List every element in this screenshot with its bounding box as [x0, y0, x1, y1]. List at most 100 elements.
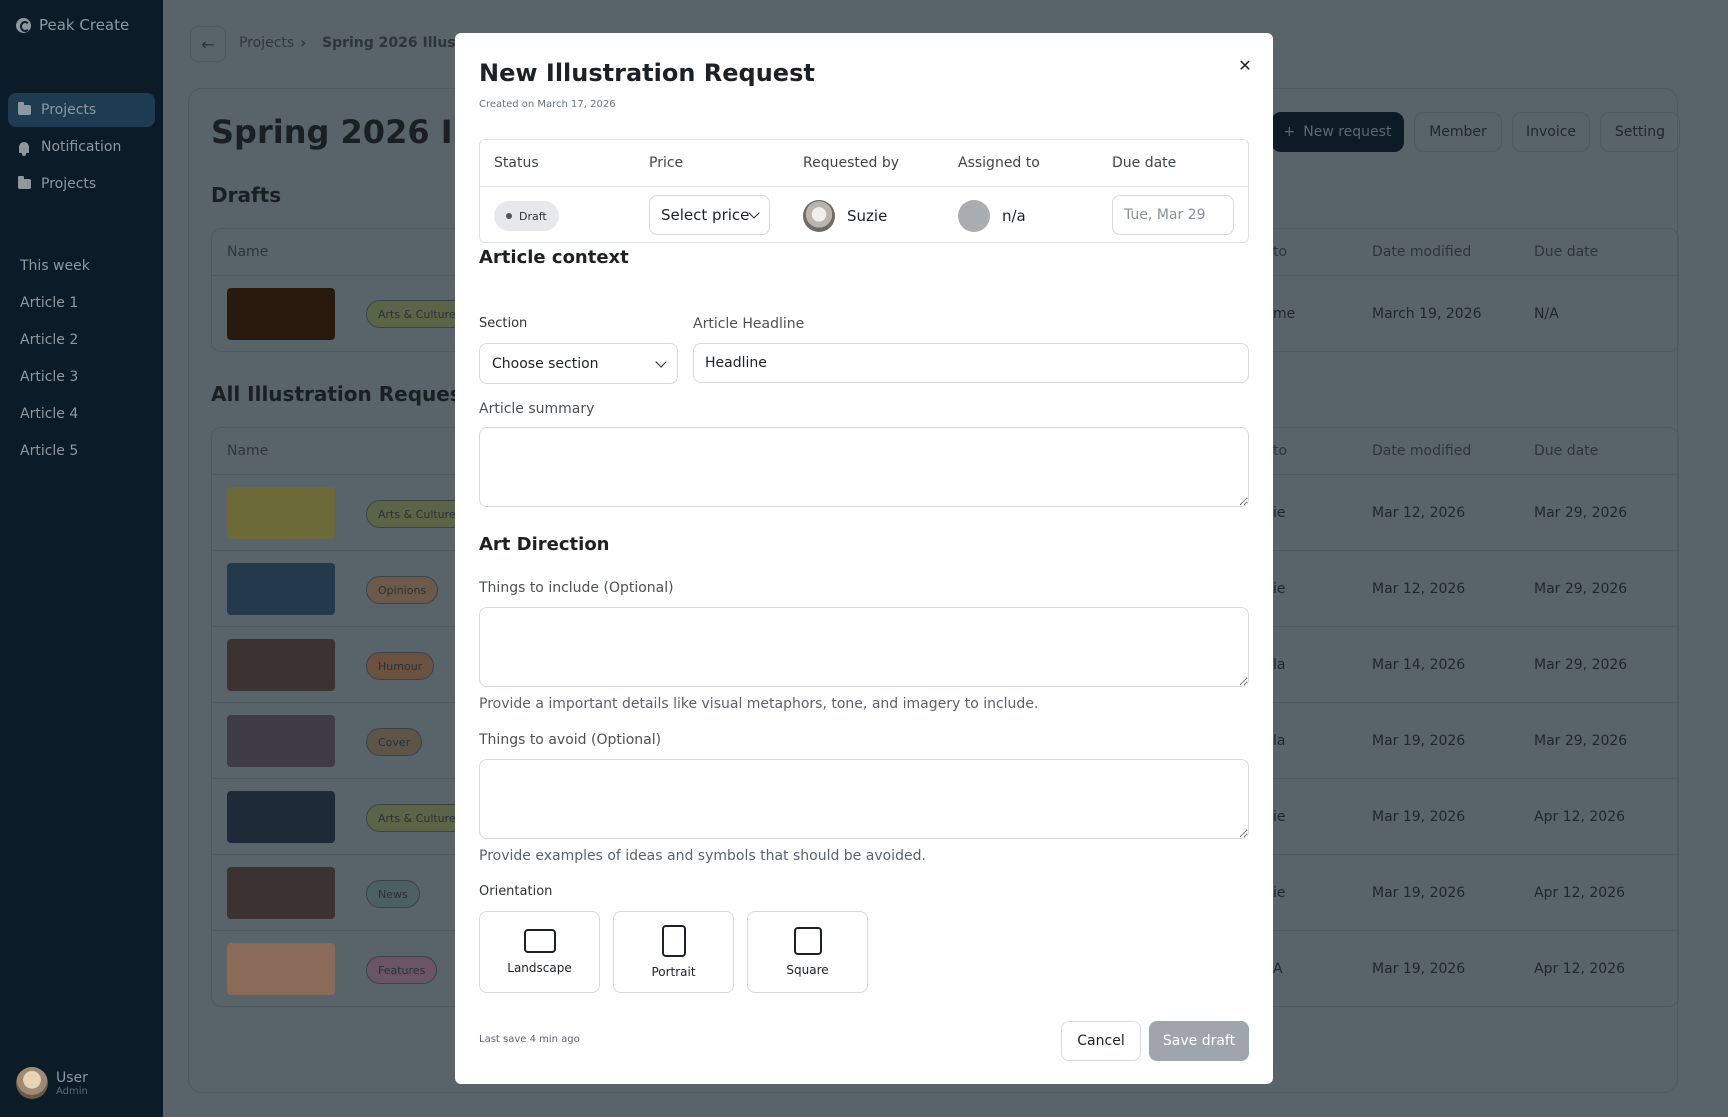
- status-dot-icon: [506, 213, 512, 219]
- this-week-heading: This week: [20, 258, 90, 274]
- requested-by-header: Requested by: [803, 155, 899, 171]
- drafts-heading: Drafts: [211, 183, 282, 207]
- member-button[interactable]: Member: [1414, 112, 1502, 152]
- chevron-right-icon: ›: [300, 33, 307, 52]
- brand[interactable]: Peak Create: [16, 16, 129, 34]
- request-due: Apr 12, 2026: [1534, 961, 1626, 977]
- setting-button[interactable]: Setting: [1600, 112, 1680, 152]
- include-textarea[interactable]: [479, 607, 1249, 687]
- user-role: Admin: [56, 1085, 88, 1097]
- orientation-portrait[interactable]: Portrait: [613, 911, 734, 993]
- draft-tag: Arts & Culture: [366, 300, 468, 328]
- draft-thumbnail[interactable]: [227, 288, 335, 340]
- request-assigned: A: [1273, 961, 1283, 977]
- avatar: [16, 1067, 48, 1099]
- sidebar-article-5[interactable]: Article 5: [20, 443, 78, 459]
- due-date-input[interactable]: [1112, 195, 1234, 235]
- sidebar-item-projects[interactable]: Projects: [8, 93, 155, 127]
- draft-due: N/A: [1534, 306, 1559, 322]
- sidebar-item-projects-2[interactable]: Projects: [8, 167, 155, 201]
- price-select[interactable]: Select price: [649, 195, 770, 235]
- orientation-landscape[interactable]: Landscape: [479, 911, 600, 993]
- summary-label: Article summary: [479, 401, 595, 417]
- request-modified: Mar 12, 2026: [1372, 505, 1466, 521]
- request-tag: Arts & Culture: [366, 500, 468, 528]
- request-thumbnail[interactable]: [227, 791, 335, 843]
- plus-icon: +: [1283, 124, 1296, 140]
- avoid-helper-text: Provide examples of ideas and symbols th…: [479, 848, 926, 864]
- breadcrumb-projects[interactable]: Projects: [239, 35, 294, 51]
- orientation-option-label: Portrait: [651, 965, 696, 979]
- orientation-option-label: Square: [786, 963, 829, 977]
- sidebar-item-notification[interactable]: Notification: [8, 130, 155, 164]
- landscape-icon: [523, 929, 556, 953]
- user-profile[interactable]: User Admin: [16, 1067, 88, 1099]
- status-header: Status: [494, 155, 539, 171]
- chevron-down-icon: [655, 355, 667, 368]
- close-button[interactable]: ✕: [1233, 53, 1257, 77]
- request-thumbnail[interactable]: [227, 563, 335, 615]
- last-save-text: Last save 4 min ago: [479, 1034, 580, 1045]
- request-meta-table: Status Price Requested by Assigned to Du…: [479, 139, 1249, 243]
- summary-textarea[interactable]: [479, 427, 1249, 507]
- sidebar-article-3[interactable]: Article 3: [20, 369, 78, 385]
- assigned-to-header: Assigned to: [958, 155, 1040, 171]
- request-tag: Features: [366, 956, 438, 984]
- column-header-date-modified: Date modified: [1372, 443, 1472, 459]
- request-thumbnail[interactable]: [227, 639, 335, 691]
- meta-header-row: Status Price Requested by Assigned to Du…: [480, 140, 1248, 187]
- status-badge[interactable]: Draft: [494, 201, 559, 231]
- avoid-textarea[interactable]: [479, 759, 1249, 839]
- headline-label: Article Headline: [693, 316, 805, 332]
- request-due: Mar 29, 2026: [1534, 657, 1628, 673]
- arrow-left-icon: ←: [201, 34, 215, 54]
- orientation-option-label: Landscape: [507, 961, 572, 975]
- sidebar-item-label: Projects: [41, 102, 97, 118]
- price-select-value: Select price: [661, 206, 750, 224]
- new-request-button[interactable]: + New request: [1271, 112, 1404, 152]
- save-draft-button[interactable]: Save draft: [1149, 1021, 1249, 1061]
- column-header-due-date: Due date: [1534, 443, 1599, 459]
- request-thumbnail[interactable]: [227, 867, 335, 919]
- headline-input[interactable]: [693, 343, 1249, 383]
- request-assigned: ie: [1273, 809, 1286, 825]
- column-header-due-date: Due date: [1534, 244, 1599, 260]
- sidebar-article-1[interactable]: Article 1: [20, 295, 78, 311]
- article-context-heading: Article context: [479, 247, 629, 268]
- request-thumbnail[interactable]: [227, 943, 335, 995]
- request-due: Apr 12, 2026: [1534, 809, 1626, 825]
- request-modified: Mar 19, 2026: [1372, 961, 1466, 977]
- cancel-button[interactable]: Cancel: [1061, 1021, 1141, 1061]
- include-label: Things to include (Optional): [479, 580, 674, 596]
- request-thumbnail[interactable]: [227, 487, 335, 539]
- sidebar-item-label: Projects: [41, 176, 97, 192]
- column-header-date-modified: Date modified: [1372, 244, 1472, 260]
- draft-assigned: me: [1273, 306, 1296, 322]
- modal-title: New Illustration Request: [479, 59, 815, 87]
- portrait-icon: [661, 925, 686, 957]
- orientation-label: Orientation: [479, 884, 553, 899]
- sidebar-article-4[interactable]: Article 4: [20, 406, 78, 422]
- new-request-label: New request: [1303, 124, 1392, 140]
- request-assigned: la: [1273, 733, 1286, 749]
- request-due: Apr 12, 2026: [1534, 885, 1626, 901]
- brand-name: Peak Create: [39, 16, 130, 34]
- request-due: Mar 29, 2026: [1534, 733, 1628, 749]
- invoice-button[interactable]: Invoice: [1512, 112, 1590, 152]
- request-tag: Arts & Culture: [366, 804, 468, 832]
- request-thumbnail[interactable]: [227, 715, 335, 767]
- request-modified: Mar 12, 2026: [1372, 581, 1466, 597]
- request-modified: Mar 19, 2026: [1372, 885, 1466, 901]
- sidebar-article-2[interactable]: Article 2: [20, 332, 78, 348]
- request-tag: News: [366, 880, 420, 908]
- assignee-avatar[interactable]: [958, 200, 990, 232]
- column-header-assigned: to: [1273, 443, 1288, 459]
- column-header-assigned: to: [1273, 244, 1288, 260]
- orientation-square[interactable]: Square: [747, 911, 868, 993]
- section-label: Section: [479, 316, 528, 331]
- requests-heading: All Illustration Requests: [211, 382, 484, 406]
- back-button[interactable]: ←: [190, 26, 226, 62]
- status-label: Draft: [519, 209, 547, 223]
- created-date: Created on March 17, 2026: [479, 99, 616, 110]
- section-select[interactable]: Choose section: [479, 343, 678, 384]
